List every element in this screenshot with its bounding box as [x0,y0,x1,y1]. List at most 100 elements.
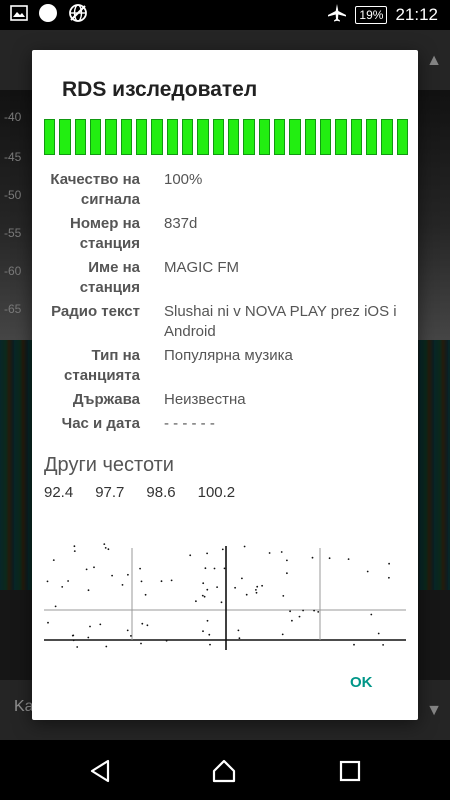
plot-dot [103,543,106,545]
rds-info-list: Качество на сигнала 100% Номер на станци… [32,170,418,438]
plot-dot [366,570,369,573]
plot-dot [388,562,390,565]
plot-dot [209,643,211,646]
plot-dot [202,582,205,585]
plot-dot [223,567,226,570]
plot-dot [216,586,219,588]
info-value: - - - - - - [164,415,215,432]
plot-dot [76,646,79,648]
signal-segment [258,119,270,155]
plot-dot [317,611,320,613]
plot-dot [291,619,293,622]
plot-dot [221,548,224,551]
plot-dot [140,580,143,583]
plot-dot [54,605,57,608]
plot-dot [127,573,129,576]
info-label: Тип на станцията [64,347,140,384]
airplane-icon [327,3,347,28]
plot-dot [47,621,49,624]
plot-dot [67,580,69,582]
rds-explorer-dialog: RDS изследовател Качество на сигнала 100… [32,50,418,720]
plot-dot [255,589,257,591]
info-label: Име на станция [79,259,140,296]
home-icon[interactable] [211,758,237,784]
plot-dot [268,552,271,554]
other-frequencies-list: 92.4 97.7 98.6 100.2 [44,484,235,501]
info-label: Качество на сигнала [50,171,140,208]
plot-dot [46,580,49,583]
frequency-item: 97.7 [95,484,125,501]
back-icon[interactable] [87,758,113,784]
info-row-station-name: Име на станция MAGIC FM [32,258,418,298]
battery-icon: 19% [355,6,388,24]
plot-dot [73,550,76,552]
signal-segment [44,119,56,155]
signal-segment [151,119,163,155]
signal-segment [120,119,132,155]
plot-dot [238,637,241,640]
plot-dot [99,623,102,626]
plot-dot [204,567,207,570]
plot-dot [286,559,288,562]
recents-icon[interactable] [337,758,363,784]
plot-dot [241,577,243,580]
plot-dot [289,610,291,613]
plot-dot [237,629,240,632]
plot-dot [73,545,76,548]
info-value: Популярна музика [164,347,293,364]
plot-dot [280,551,283,553]
plot-dot [105,645,108,648]
plot-dot [388,576,390,579]
plot-dot [353,643,355,646]
signal-segment [166,119,178,155]
info-value: Неизвестна [164,391,246,408]
plot-dot [89,625,91,628]
plot-dot [243,545,246,548]
frequency-item: 98.6 [146,484,176,501]
info-row-station-type: Тип на станцията Популярна музика [32,346,418,386]
signal-segment [105,119,117,155]
plot-dot [126,629,129,632]
plot-dot [107,548,110,551]
signal-segment [212,119,224,155]
plot-dot [220,601,223,604]
signal-segment [59,119,71,155]
signal-segment [289,119,301,155]
plot-dot [202,630,204,633]
frequency-item: 100.2 [197,484,236,501]
signal-segment [273,119,286,155]
plot-dot [140,642,142,645]
info-row-time-date: Час и дата - - - - - - [32,414,418,434]
plot-dot [52,559,55,561]
signal-segment [396,119,408,155]
plot-dot [328,557,331,560]
image-icon [10,4,28,27]
signal-segment [350,119,362,155]
plot-dot [245,593,248,596]
signal-segment [181,119,194,155]
signal-segment [135,119,148,155]
info-row-station-number: Номер на станция 837d [32,214,418,254]
plot-dot [298,615,301,618]
signal-segment [335,119,347,155]
plot-dot [261,584,263,587]
plot-dot [282,595,285,597]
plot-dot [165,639,168,642]
plot-dot [87,589,90,592]
signal-segment [89,119,102,155]
plot-dot [111,574,113,577]
info-value: 100% [164,171,203,188]
circle-icon [38,3,58,28]
plot-dot [87,636,90,639]
plot-dot [71,634,74,637]
plot-dot [286,572,288,575]
globe-off-icon [68,3,88,28]
signal-segment [381,119,393,155]
plot-dot [85,568,88,571]
ok-button[interactable]: OK [350,674,373,691]
plot-dot [311,556,314,559]
plot-dot [206,588,209,591]
plot-dot [206,552,209,555]
constellation-plot [44,543,406,650]
plot-dot [141,622,144,625]
